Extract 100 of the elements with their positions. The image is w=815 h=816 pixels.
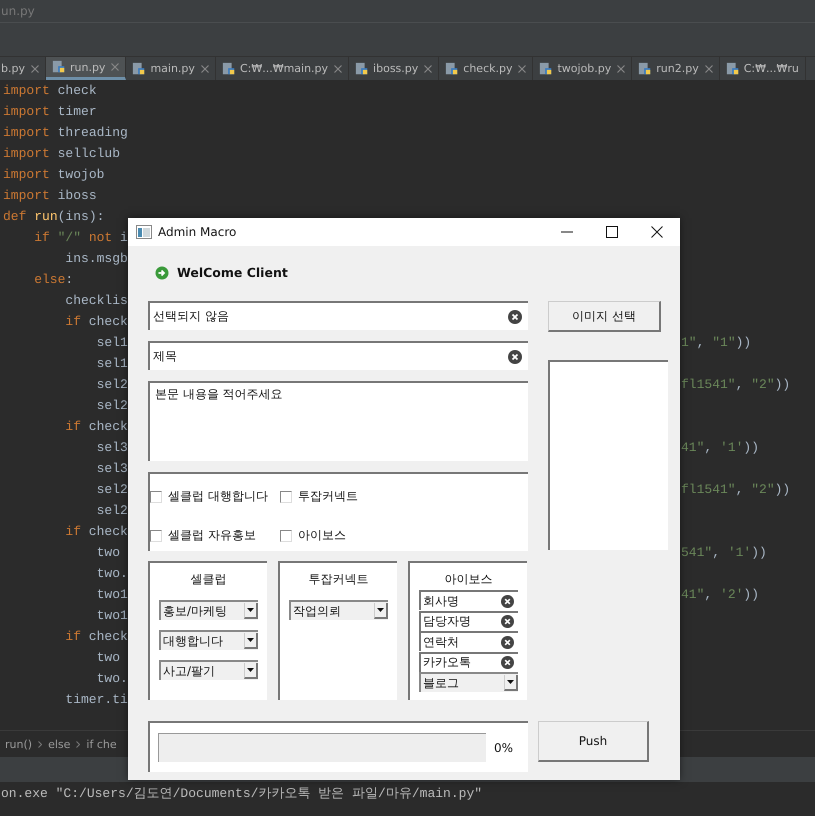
python-file-icon bbox=[132, 62, 146, 76]
dropdown[interactable]: 사고/팔기 bbox=[159, 660, 258, 680]
code-line: fl1541", "2")) bbox=[681, 482, 790, 497]
minimize-icon[interactable] bbox=[561, 231, 573, 233]
panel-title: 아이보스 bbox=[444, 571, 492, 588]
dropdown[interactable]: 작업의뢰 bbox=[289, 600, 388, 620]
code-line: sel1 bbox=[96, 356, 128, 371]
code-line: sel2 bbox=[96, 398, 128, 413]
clear-icon[interactable] bbox=[508, 310, 522, 324]
close-tab-icon[interactable] bbox=[704, 64, 713, 72]
caret-icon bbox=[247, 668, 254, 672]
editor-tab[interactable]: run2.py bbox=[632, 57, 720, 80]
code-line: 41", '1')) bbox=[681, 440, 760, 455]
code-line: two. bbox=[96, 566, 128, 581]
code-line: import check bbox=[3, 83, 97, 98]
code-line: if check bbox=[65, 524, 128, 539]
code-line: two bbox=[96, 545, 120, 560]
editor-tab[interactable]: check.py bbox=[439, 57, 534, 80]
dialog-title: Admin Macro bbox=[158, 225, 236, 239]
close-tab-icon[interactable] bbox=[30, 64, 39, 72]
code-line: checklis bbox=[65, 293, 128, 308]
code-line: 41", '2')) bbox=[681, 587, 760, 602]
code-line: else: bbox=[34, 272, 74, 287]
code-line: sel3 bbox=[96, 461, 128, 476]
caret-icon bbox=[247, 638, 254, 642]
window-title: un.py bbox=[1, 4, 35, 18]
checkbox-option[interactable]: 아이보스 bbox=[280, 516, 528, 555]
checkbox[interactable] bbox=[280, 490, 292, 502]
breadcrumb-item[interactable]: run() bbox=[5, 738, 32, 750]
welcome-heading: WelCome Client bbox=[177, 265, 288, 280]
caret-icon bbox=[377, 608, 384, 612]
title-field[interactable]: 제목 bbox=[148, 341, 528, 370]
caret-icon bbox=[247, 608, 254, 612]
breadcrumb-item[interactable]: if che bbox=[86, 738, 117, 750]
chevron-icon bbox=[38, 740, 42, 748]
code-line: import sellclub bbox=[3, 146, 120, 161]
close-tab-icon[interactable] bbox=[111, 63, 120, 71]
code-line: if check bbox=[65, 314, 128, 329]
editor-tab[interactable]: C:₩...₩main.py bbox=[216, 57, 350, 80]
python-file-icon bbox=[539, 62, 554, 76]
input-field[interactable]: 담당자명 bbox=[419, 610, 518, 630]
python-file-icon bbox=[355, 62, 370, 76]
code-line: if "/" not i bbox=[34, 230, 128, 245]
close-tab-icon[interactable] bbox=[617, 64, 626, 72]
code-line: fl1541", "2")) bbox=[681, 377, 790, 392]
close-tab-icon[interactable] bbox=[334, 64, 342, 72]
panel-title: 투잡커넥트 bbox=[308, 571, 368, 588]
editor-tab[interactable]: twojob.py bbox=[533, 57, 632, 80]
checkbox[interactable] bbox=[150, 530, 162, 542]
breadcrumb-item[interactable]: else bbox=[48, 738, 70, 750]
caret-icon bbox=[507, 680, 514, 684]
checkbox-option[interactable]: 투잡커넥트 bbox=[280, 477, 528, 516]
input-field[interactable]: 카카오톡 bbox=[419, 652, 518, 672]
dropdown[interactable]: 대행합니다 bbox=[159, 630, 258, 650]
checkbox[interactable] bbox=[150, 490, 162, 502]
clear-icon[interactable] bbox=[501, 636, 514, 648]
select-image-button[interactable]: 이미지 선택 bbox=[548, 301, 661, 332]
chevron-icon bbox=[76, 740, 80, 748]
code-line: ins.msgb bbox=[65, 251, 128, 266]
file-field[interactable]: 선택되지 않음 bbox=[148, 301, 528, 330]
python-file-icon bbox=[726, 62, 740, 76]
code-line: sel2 bbox=[96, 377, 128, 392]
python-file-icon bbox=[52, 60, 66, 74]
checkbox-option[interactable]: 셀클럽 자유홍보 bbox=[150, 516, 280, 555]
dropdown[interactable]: 홍보/마케팅 bbox=[159, 600, 258, 620]
close-tab-icon[interactable] bbox=[200, 64, 209, 72]
code-line: two bbox=[96, 650, 120, 665]
python-file-icon bbox=[638, 62, 652, 76]
close-tab-icon[interactable] bbox=[424, 64, 432, 72]
code-line: sel3 bbox=[96, 440, 128, 455]
app-icon bbox=[136, 225, 152, 239]
clear-icon[interactable] bbox=[501, 615, 514, 628]
editor-tab[interactable]: main.py bbox=[126, 57, 216, 80]
editor-tab[interactable]: iboss.py bbox=[349, 57, 440, 80]
checkbox[interactable] bbox=[280, 530, 292, 542]
input-field[interactable]: 회사명 bbox=[419, 590, 518, 610]
code-line: if check bbox=[65, 419, 128, 434]
push-button[interactable]: Push bbox=[538, 721, 649, 762]
input-field[interactable]: 연락처 bbox=[419, 631, 518, 651]
code-line: sel2 bbox=[96, 503, 128, 518]
code-line: 1", "1")) bbox=[681, 335, 752, 350]
python-file-icon bbox=[222, 62, 236, 76]
close-icon[interactable] bbox=[651, 226, 663, 238]
close-tab-icon[interactable] bbox=[518, 64, 526, 72]
clear-icon[interactable] bbox=[501, 656, 514, 669]
editor-tab[interactable]: run.py bbox=[46, 57, 126, 80]
progress-reading: 0% bbox=[494, 740, 514, 754]
clear-icon[interactable] bbox=[508, 350, 522, 364]
code-line: two1 bbox=[96, 587, 128, 602]
maximize-icon[interactable] bbox=[606, 226, 618, 238]
clear-icon[interactable] bbox=[501, 594, 514, 608]
code-line: import iboss bbox=[3, 188, 97, 203]
panel-title: 셀클럽 bbox=[190, 571, 226, 588]
dropdown[interactable]: 블로그 bbox=[419, 672, 518, 692]
arrow-circle-icon bbox=[155, 266, 169, 280]
code-line: sel2 bbox=[96, 482, 128, 497]
body-text-field[interactable]: 본문 내용을 적어주세요 bbox=[148, 381, 528, 461]
editor-tab[interactable]: C:₩...₩ru bbox=[720, 57, 806, 80]
python-file-icon bbox=[445, 62, 460, 76]
checkbox-option[interactable]: 셀클럽 대행합니다 bbox=[150, 477, 280, 516]
